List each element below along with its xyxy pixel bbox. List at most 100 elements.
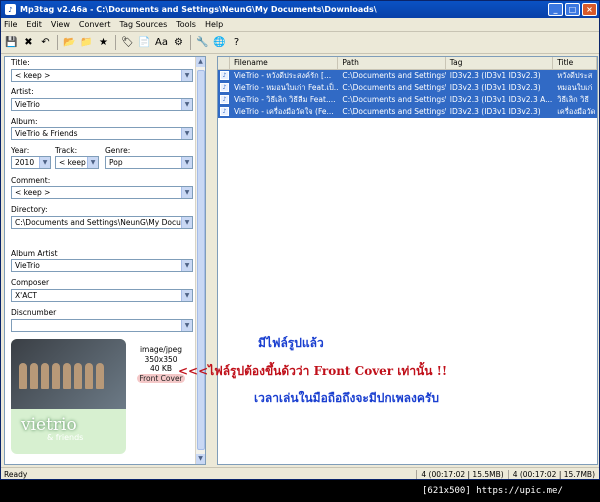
comment-label: Comment: <box>11 176 51 185</box>
web-icon[interactable]: 🌐 <box>212 35 227 50</box>
year-value: 2010 <box>15 158 35 167</box>
comment-field[interactable]: < keep > ▼ <box>11 186 193 199</box>
cover-art-image[interactable]: vietrio & friends <box>11 339 126 454</box>
title-field[interactable]: < keep > ▼ <box>11 69 193 82</box>
table-row[interactable]: ♪ VieTrio - วิธีเลิก วิธีลืม Feat.... C:\D… <box>218 94 597 106</box>
cell-title: เครื่องมือวัด <box>557 107 596 116</box>
artist-field[interactable]: VieTrio ▼ <box>11 98 193 111</box>
cell-filename: VieTrio - หวังดีประสงค์รัก [... <box>233 71 332 80</box>
menu-view[interactable]: View <box>51 20 70 29</box>
app-window: ♪ Mp3tag v2.46a - C:\Documents and Setti… <box>0 0 600 480</box>
chevron-down-icon[interactable]: ▼ <box>181 217 192 228</box>
composer-label: Composer <box>11 278 50 287</box>
chevron-down-icon[interactable]: ▼ <box>87 157 98 168</box>
chevron-down-icon[interactable]: ▼ <box>181 70 192 81</box>
chevron-down-icon[interactable]: ▼ <box>181 128 192 139</box>
menu-file[interactable]: File <box>4 20 17 29</box>
cell-path: C:\Documents and Settings\... <box>342 95 446 104</box>
album-field[interactable]: VieTrio & Friends ▼ <box>11 127 193 140</box>
album-value: VieTrio & Friends <box>15 129 78 138</box>
cell-tag: ID3v2.3 (ID3v1 ID3v2.3) <box>449 71 541 80</box>
delete-icon[interactable]: ✖ <box>21 35 36 50</box>
cover-art-people <box>19 363 104 389</box>
composer-field[interactable]: X'ACT ▼ <box>11 289 193 302</box>
annotation-line-1: มีไฟล์รูปแล้ว <box>258 336 324 350</box>
save-icon[interactable]: 💾 <box>4 35 19 50</box>
discnumber-field[interactable]: ▼ <box>11 319 193 332</box>
file-list-header: Filename Path Tag Title <box>218 57 597 70</box>
cell-filename: VieTrio - หมอนใบเก่า Feat.เป็... <box>233 83 339 92</box>
column-header-tag[interactable]: Tag <box>446 57 554 69</box>
scroll-up-icon[interactable]: ▲ <box>196 57 205 67</box>
toolbar-separator <box>190 35 191 50</box>
watermark-text: [621x500] https://upic.me/ <box>422 486 563 496</box>
folder-add-icon[interactable]: 📁 <box>79 35 94 50</box>
table-row[interactable]: ♪ VieTrio - หมอนใบเก่า Feat.เป็... C:\Docu… <box>218 82 597 94</box>
title-label: Title: <box>11 58 30 67</box>
chevron-down-icon[interactable]: ▼ <box>181 99 192 110</box>
directory-value: C:\Documents and Settings\NeunG\My Docum… <box>15 218 193 227</box>
scroll-thumb[interactable] <box>197 70 205 450</box>
comment-value: < keep > <box>15 188 51 197</box>
maximize-button[interactable]: □ <box>565 3 580 16</box>
column-header-filename[interactable]: Filename <box>230 57 339 69</box>
annotation-line-2: <<<ไฟล์รูปต้องขึ้นด้วว่า Front Cover เท่… <box>178 364 448 378</box>
undo-icon[interactable]: ↶ <box>38 35 53 50</box>
cell-title: วิธีเลิก วิธี <box>557 95 589 104</box>
artist-value: VieTrio <box>15 100 40 109</box>
artist-label: Artist: <box>11 87 34 96</box>
options-icon[interactable]: 🔧 <box>195 35 210 50</box>
audio-file-icon: ♪ <box>220 83 229 92</box>
year-field[interactable]: 2010 ▼ <box>11 156 51 169</box>
chevron-down-icon[interactable]: ▼ <box>39 157 50 168</box>
menu-tools[interactable]: Tools <box>176 20 196 29</box>
menu-edit[interactable]: Edit <box>26 20 42 29</box>
track-field[interactable]: < keep > ▼ <box>55 156 99 169</box>
cell-path: C:\Documents and Settings\... <box>342 71 446 80</box>
tag-icon[interactable]: 🏷 <box>120 35 135 50</box>
filename-icon[interactable]: 📄 <box>137 35 152 50</box>
minimize-button[interactable]: _ <box>548 3 563 16</box>
chevron-down-icon[interactable]: ▼ <box>181 157 192 168</box>
close-button[interactable]: × <box>582 3 597 16</box>
annotation-line-3: เวลาเล่นในมือถือถึงจะมีปกเพลงครับ <box>254 391 439 405</box>
cell-tag: ID3v2.3 (ID3v1 ID3v2.3) <box>449 107 541 116</box>
menu-convert[interactable]: Convert <box>79 20 111 29</box>
toolbar: 💾 ✖ ↶ 📂 📁 ★ 🏷 📄 Aa ⚙ 🔧 🌐? <box>1 32 599 54</box>
menu-tag-sources[interactable]: Tag Sources <box>120 20 168 29</box>
menu-help[interactable]: Help <box>205 20 223 29</box>
title-value: < keep > <box>15 71 51 80</box>
chevron-down-icon[interactable]: ▼ <box>181 290 192 301</box>
table-row[interactable]: ♪ VieTrio - หวังดีประสงค์รัก [... C:\Docum… <box>218 70 597 82</box>
genre-field[interactable]: Pop ▼ <box>105 156 193 169</box>
column-header-icon[interactable] <box>218 57 230 69</box>
column-header-title[interactable]: Title <box>553 57 597 69</box>
chevron-down-icon[interactable]: ▼ <box>181 187 192 198</box>
scroll-down-icon[interactable]: ▼ <box>196 454 205 464</box>
album-label: Album: <box>11 117 38 126</box>
track-label: Track: <box>55 146 78 155</box>
help-icon[interactable]: ? <box>229 35 244 50</box>
text-icon[interactable]: Aa <box>154 35 169 50</box>
chevron-down-icon[interactable]: ▼ <box>181 260 192 271</box>
cell-icon: ♪ <box>218 106 230 118</box>
tag-panel-scrollbar[interactable]: ▲ ▼ <box>195 57 205 464</box>
directory-field[interactable]: C:\Documents and Settings\NeunG\My Docum… <box>11 216 193 229</box>
discnumber-label: Discnumber <box>11 308 57 317</box>
actions-icon[interactable]: ⚙ <box>171 35 186 50</box>
cell-title: หมอนใบเก่ <box>557 83 593 92</box>
cover-art-logo: vietrio <box>21 415 77 435</box>
table-row[interactable]: ♪ VieTrio - เครื่องมือวัดใจ (Fe... C:\Docu… <box>218 106 597 118</box>
cell-icon: ♪ <box>218 82 230 94</box>
audio-file-icon: ♪ <box>220 95 229 104</box>
title-bar[interactable]: ♪ Mp3tag v2.46a - C:\Documents and Setti… <box>1 1 599 18</box>
favorite-icon[interactable]: ★ <box>96 35 111 50</box>
album-artist-field[interactable]: VieTrio ▼ <box>11 259 193 272</box>
column-header-path[interactable]: Path <box>338 57 446 69</box>
genre-label: Genre: <box>105 146 131 155</box>
chevron-down-icon[interactable]: ▼ <box>181 320 192 331</box>
window-title: Mp3tag v2.46a - C:\Documents and Setting… <box>20 5 377 14</box>
folder-open-icon[interactable]: 📂 <box>62 35 77 50</box>
app-icon: ♪ <box>5 4 16 15</box>
cover-mime: image/jpeg <box>139 345 183 354</box>
